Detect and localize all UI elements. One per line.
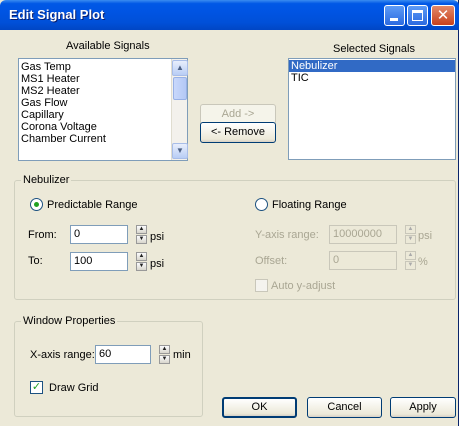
floating-range-radio[interactable] <box>255 198 268 211</box>
available-signal-item[interactable]: Gas Flow <box>19 97 171 109</box>
checkmark-icon: ✓ <box>31 381 42 393</box>
available-signal-item[interactable]: MS2 Heater <box>19 85 171 97</box>
x-axis-spinner[interactable]: ▲ ▼ <box>159 345 170 364</box>
ok-button[interactable]: OK <box>222 397 297 418</box>
predictable-range-label: Predictable Range <box>47 199 138 211</box>
draw-grid-label: Draw Grid <box>49 382 99 394</box>
y-axis-range-label: Y-axis range: <box>255 229 319 241</box>
window-properties-group: Window Properties <box>14 315 203 417</box>
available-signal-item[interactable]: MS1 Heater <box>19 73 171 85</box>
available-signal-item[interactable]: Chamber Current <box>19 133 171 145</box>
selected-signal-item[interactable]: TIC <box>289 72 455 84</box>
maximize-button[interactable] <box>407 5 428 26</box>
spin-up-icon[interactable]: ▲ <box>405 225 416 234</box>
y-axis-spinner[interactable]: ▲ ▼ <box>405 225 416 244</box>
scrollbar-thumb[interactable] <box>173 77 187 100</box>
scroll-down-arrow-icon[interactable]: ▼ <box>172 143 188 159</box>
spin-down-icon[interactable]: ▼ <box>405 261 416 270</box>
spin-down-icon[interactable]: ▼ <box>159 355 170 364</box>
from-unit: psi <box>150 231 165 243</box>
from-input[interactable]: 0 <box>70 225 128 244</box>
spin-down-icon[interactable]: ▼ <box>136 262 147 271</box>
selected-signals-list[interactable]: Nebulizer TIC <box>288 58 456 160</box>
available-signals-list[interactable]: Gas Temp MS1 Heater MS2 Heater Gas Flow Capi… <box>18 58 188 161</box>
from-label: From: <box>28 229 57 241</box>
spin-down-icon[interactable]: ▼ <box>405 235 416 244</box>
y-axis-range-input[interactable]: 10000000 <box>329 225 397 244</box>
to-spinner[interactable]: ▲ ▼ <box>136 252 147 271</box>
auto-y-adjust-checkbox[interactable] <box>255 279 268 292</box>
to-label: To: <box>28 255 43 267</box>
minimize-button[interactable] <box>384 5 405 26</box>
selected-signal-item[interactable]: Nebulizer <box>289 60 455 72</box>
available-signals-scrollbar[interactable]: ▲ ▼ <box>171 59 188 160</box>
draw-grid-checkbox[interactable]: ✓ <box>30 381 43 394</box>
dialog-window: Edit Signal Plot ✕ Available Signals Gas… <box>0 0 459 426</box>
spin-up-icon[interactable]: ▲ <box>159 345 170 354</box>
x-axis-unit: min <box>173 349 191 361</box>
remove-button[interactable]: <- Remove <box>200 122 276 143</box>
available-signals-heading: Available Signals <box>66 40 150 52</box>
x-axis-range-input[interactable]: 60 <box>95 345 151 364</box>
to-input[interactable]: 100 <box>70 252 128 271</box>
to-unit: psi <box>150 258 165 270</box>
window-title: Edit Signal Plot <box>9 7 105 22</box>
spin-up-icon[interactable]: ▲ <box>136 252 147 261</box>
offset-spinner[interactable]: ▲ ▼ <box>405 251 416 270</box>
x-axis-range-label: X-axis range: <box>30 349 95 361</box>
nebulizer-group-title: Nebulizer <box>21 174 72 186</box>
spin-down-icon[interactable]: ▼ <box>136 235 147 244</box>
scroll-up-arrow-icon[interactable]: ▲ <box>172 60 188 76</box>
spin-up-icon[interactable]: ▲ <box>136 225 147 234</box>
close-button[interactable]: ✕ <box>431 5 455 26</box>
auto-y-adjust-label: Auto y-adjust <box>271 280 336 292</box>
selected-signals-heading: Selected Signals <box>333 43 415 55</box>
spin-up-icon[interactable]: ▲ <box>405 251 416 260</box>
close-icon: ✕ <box>436 7 450 24</box>
offset-input[interactable]: 0 <box>329 251 397 270</box>
available-signal-item[interactable]: Gas Temp <box>19 61 171 73</box>
offset-unit: % <box>418 256 428 268</box>
window-properties-title: Window Properties <box>21 315 118 327</box>
predictable-range-radio[interactable] <box>30 198 43 211</box>
available-signal-item[interactable]: Corona Voltage <box>19 121 171 133</box>
from-spinner[interactable]: ▲ ▼ <box>136 225 147 244</box>
offset-label: Offset: <box>255 255 288 267</box>
apply-button[interactable]: Apply <box>390 397 456 418</box>
available-signal-item[interactable]: Capillary <box>19 109 171 121</box>
title-bar[interactable]: Edit Signal Plot ✕ <box>0 0 459 30</box>
cancel-button[interactable]: Cancel <box>307 397 382 418</box>
y-axis-unit: psi <box>418 230 433 242</box>
floating-range-label: Floating Range <box>272 199 347 211</box>
